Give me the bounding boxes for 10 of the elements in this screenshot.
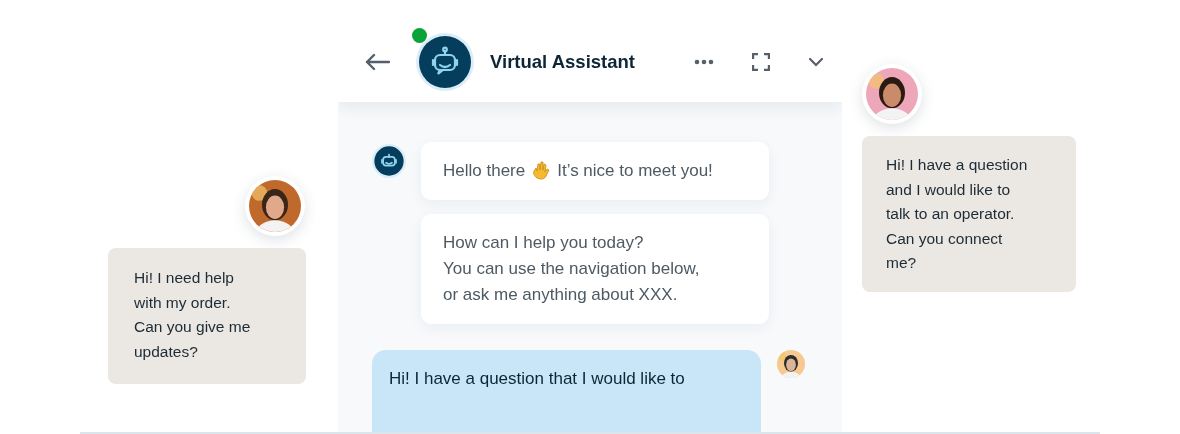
waving-hand-icon [531,161,552,181]
message-bubble: Hi! I have a question and I would like to talk to an operator. Can you connect me? [862,136,1076,292]
message-text: Hello there [443,160,526,182]
robot-icon [416,33,474,91]
message-text: It’s nice to meet you! [557,160,713,182]
robot-icon [372,144,406,178]
message-bubble: Hi! I have a question that I would like to [372,350,761,432]
message-bubble: How can I help you today? You can use the navigation below, or ask me anything about XXX. [421,214,769,324]
message-bubble: Hi! I need help with my order. Can you give me updates? [108,248,306,384]
chat-title: Virtual Assistant [490,51,636,73]
